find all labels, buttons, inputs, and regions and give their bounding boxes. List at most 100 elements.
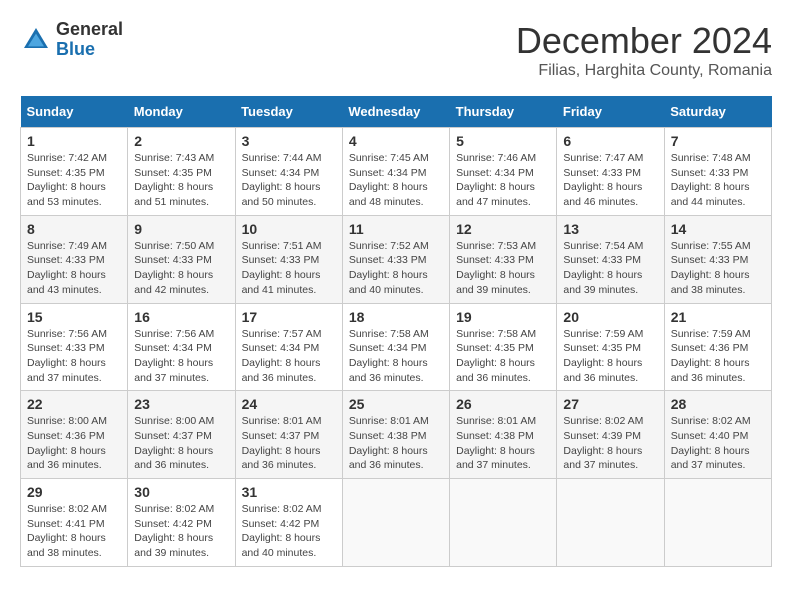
table-row: 6 Sunrise: 7:47 AM Sunset: 4:33 PM Daylig…	[557, 128, 664, 216]
table-row: 3 Sunrise: 7:44 AM Sunset: 4:34 PM Daylig…	[235, 128, 342, 216]
header-sunday: Sunday	[21, 96, 128, 128]
day-number: 3	[242, 133, 336, 149]
calendar-week-row: 8 Sunrise: 7:49 AM Sunset: 4:33 PM Daylig…	[21, 215, 772, 303]
calendar-week-row: 29Sunrise: 8:02 AM Sunset: 4:41 PM Dayli…	[21, 479, 772, 567]
day-info: Sunrise: 8:02 AM Sunset: 4:42 PM Dayligh…	[242, 502, 336, 561]
table-row: 28 Sunrise: 8:02 AM Sunset: 4:40 PM Dayli…	[664, 391, 771, 479]
day-info: Sunrise: 7:49 AM Sunset: 4:33 PM Dayligh…	[27, 239, 121, 298]
table-row: 9Sunrise: 7:50 AM Sunset: 4:33 PM Daylig…	[128, 215, 235, 303]
table-row: 22Sunrise: 8:00 AM Sunset: 4:36 PM Dayli…	[21, 391, 128, 479]
day-info: Sunrise: 7:57 AM Sunset: 4:34 PM Dayligh…	[242, 327, 336, 386]
table-row: 4Sunrise: 7:45 AM Sunset: 4:34 PM Daylig…	[342, 128, 449, 216]
day-number: 6	[563, 133, 657, 149]
day-info: Sunrise: 7:54 AM Sunset: 4:33 PM Dayligh…	[563, 239, 657, 298]
table-row: 1Sunrise: 7:42 AM Sunset: 4:35 PM Daylig…	[21, 128, 128, 216]
table-row: 15 Sunrise: 7:56 AM Sunset: 4:33 PM Dayli…	[21, 303, 128, 391]
title-section: December 2024 Filias, Harghita County, R…	[516, 20, 772, 80]
header-monday: Monday	[128, 96, 235, 128]
day-number: 10	[242, 221, 336, 237]
logo-text: General Blue	[56, 20, 123, 60]
table-row: 13 Sunrise: 7:54 AM Sunset: 4:33 PM Dayli…	[557, 215, 664, 303]
day-info: Sunrise: 8:01 AM Sunset: 4:38 PM Dayligh…	[456, 414, 550, 473]
day-number: 7	[671, 133, 765, 149]
logo-general: General	[56, 20, 123, 40]
logo: General Blue	[20, 20, 123, 60]
calendar-header-row: Sunday Monday Tuesday Wednesday Thursday…	[21, 96, 772, 128]
day-number: 18	[349, 309, 443, 325]
day-info: Sunrise: 7:44 AM Sunset: 4:34 PM Dayligh…	[242, 151, 336, 210]
day-info: Sunrise: 7:43 AM Sunset: 4:35 PM Dayligh…	[134, 151, 228, 210]
table-row: 31Sunrise: 8:02 AM Sunset: 4:42 PM Dayli…	[235, 479, 342, 567]
table-row: 12 Sunrise: 7:53 AM Sunset: 4:33 PM Dayli…	[450, 215, 557, 303]
day-number: 20	[563, 309, 657, 325]
table-row: 2 Sunrise: 7:43 AM Sunset: 4:35 PM Daylig…	[128, 128, 235, 216]
header-thursday: Thursday	[450, 96, 557, 128]
day-number: 2	[134, 133, 228, 149]
table-row: 21 Sunrise: 7:59 AM Sunset: 4:36 PM Dayli…	[664, 303, 771, 391]
table-row: 29Sunrise: 8:02 AM Sunset: 4:41 PM Dayli…	[21, 479, 128, 567]
table-row	[342, 479, 449, 567]
day-info: Sunrise: 7:51 AM Sunset: 4:33 PM Dayligh…	[242, 239, 336, 298]
day-number: 13	[563, 221, 657, 237]
day-info: Sunrise: 7:56 AM Sunset: 4:34 PM Dayligh…	[134, 327, 228, 386]
day-info: Sunrise: 7:58 AM Sunset: 4:35 PM Dayligh…	[456, 327, 550, 386]
day-info: Sunrise: 7:58 AM Sunset: 4:34 PM Dayligh…	[349, 327, 443, 386]
day-info: Sunrise: 7:56 AM Sunset: 4:33 PM Dayligh…	[27, 327, 121, 386]
day-number: 8	[27, 221, 121, 237]
day-info: Sunrise: 7:48 AM Sunset: 4:33 PM Dayligh…	[671, 151, 765, 210]
header-wednesday: Wednesday	[342, 96, 449, 128]
table-row: 10 Sunrise: 7:51 AM Sunset: 4:33 PM Dayli…	[235, 215, 342, 303]
day-number: 9	[134, 221, 228, 237]
table-row: 16 Sunrise: 7:56 AM Sunset: 4:34 PM Dayli…	[128, 303, 235, 391]
table-row: 20Sunrise: 7:59 AM Sunset: 4:35 PM Dayli…	[557, 303, 664, 391]
header-saturday: Saturday	[664, 96, 771, 128]
day-info: Sunrise: 7:46 AM Sunset: 4:34 PM Dayligh…	[456, 151, 550, 210]
table-row: 27Sunrise: 8:02 AM Sunset: 4:39 PM Dayli…	[557, 391, 664, 479]
day-number: 1	[27, 133, 121, 149]
table-row: 24Sunrise: 8:01 AM Sunset: 4:37 PM Dayli…	[235, 391, 342, 479]
day-number: 14	[671, 221, 765, 237]
table-row: 5 Sunrise: 7:46 AM Sunset: 4:34 PM Daylig…	[450, 128, 557, 216]
day-info: Sunrise: 8:02 AM Sunset: 4:42 PM Dayligh…	[134, 502, 228, 561]
calendar-table: Sunday Monday Tuesday Wednesday Thursday…	[20, 96, 772, 567]
table-row: 25 Sunrise: 8:01 AM Sunset: 4:38 PM Dayli…	[342, 391, 449, 479]
day-number: 26	[456, 396, 550, 412]
day-number: 11	[349, 221, 443, 237]
table-row: 19 Sunrise: 7:58 AM Sunset: 4:35 PM Dayli…	[450, 303, 557, 391]
table-row: 30 Sunrise: 8:02 AM Sunset: 4:42 PM Dayli…	[128, 479, 235, 567]
table-row: 18 Sunrise: 7:58 AM Sunset: 4:34 PM Dayli…	[342, 303, 449, 391]
location-subtitle: Filias, Harghita County, Romania	[516, 62, 772, 80]
day-number: 30	[134, 484, 228, 500]
logo-blue: Blue	[56, 40, 123, 60]
day-info: Sunrise: 7:45 AM Sunset: 4:34 PM Dayligh…	[349, 151, 443, 210]
day-number: 27	[563, 396, 657, 412]
day-number: 12	[456, 221, 550, 237]
day-number: 17	[242, 309, 336, 325]
header-friday: Friday	[557, 96, 664, 128]
calendar-week-row: 15 Sunrise: 7:56 AM Sunset: 4:33 PM Dayli…	[21, 303, 772, 391]
day-info: Sunrise: 7:47 AM Sunset: 4:33 PM Dayligh…	[563, 151, 657, 210]
day-number: 25	[349, 396, 443, 412]
table-row: 23Sunrise: 8:00 AM Sunset: 4:37 PM Dayli…	[128, 391, 235, 479]
table-row	[557, 479, 664, 567]
day-info: Sunrise: 8:01 AM Sunset: 4:38 PM Dayligh…	[349, 414, 443, 473]
day-info: Sunrise: 8:02 AM Sunset: 4:41 PM Dayligh…	[27, 502, 121, 561]
day-number: 24	[242, 396, 336, 412]
day-number: 5	[456, 133, 550, 149]
table-row: 26 Sunrise: 8:01 AM Sunset: 4:38 PM Dayli…	[450, 391, 557, 479]
day-info: Sunrise: 8:00 AM Sunset: 4:37 PM Dayligh…	[134, 414, 228, 473]
table-row: 14Sunrise: 7:55 AM Sunset: 4:33 PM Dayli…	[664, 215, 771, 303]
day-number: 21	[671, 309, 765, 325]
table-row: 7 Sunrise: 7:48 AM Sunset: 4:33 PM Daylig…	[664, 128, 771, 216]
day-info: Sunrise: 7:59 AM Sunset: 4:36 PM Dayligh…	[671, 327, 765, 386]
month-title: December 2024	[516, 20, 772, 62]
header-tuesday: Tuesday	[235, 96, 342, 128]
day-number: 19	[456, 309, 550, 325]
day-number: 16	[134, 309, 228, 325]
logo-icon	[20, 24, 52, 56]
day-number: 28	[671, 396, 765, 412]
day-info: Sunrise: 8:02 AM Sunset: 4:40 PM Dayligh…	[671, 414, 765, 473]
day-info: Sunrise: 7:53 AM Sunset: 4:33 PM Dayligh…	[456, 239, 550, 298]
header: General Blue December 2024 Filias, Hargh…	[20, 20, 772, 80]
day-number: 15	[27, 309, 121, 325]
